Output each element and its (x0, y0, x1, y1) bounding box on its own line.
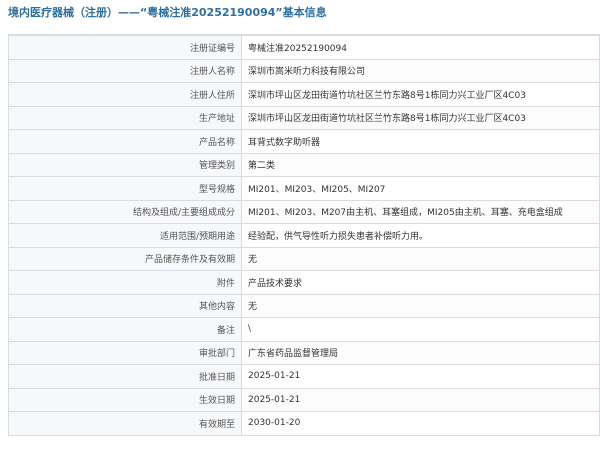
row-value-management-class: 第二类 (241, 152, 600, 177)
row-value-approval-dept: 广东省药品监督管理局 (241, 340, 600, 365)
row-label-structure: 结构及组成/主要组成成分 (8, 199, 242, 224)
table-row: 有效期至 2030-01-20 (8, 411, 600, 436)
info-table-container: 注册证编号 粤械注准20252190094 注册人名称 深圳市嵩米听力科技有限公… (8, 34, 600, 450)
row-value-attachment: 产品技术要求 (241, 270, 600, 295)
row-value-structure: MI201、MI203、M207由主机、耳塞组成，MI205由主机、耳塞、充电盒… (241, 199, 600, 224)
table-row: 产品储存条件及有效期 无 (8, 246, 600, 271)
table-row: 生效日期 2025-01-21 (8, 387, 600, 412)
table-row: 注册人住所 深圳市坪山区龙田街道竹坑社区兰竹东路8号1栋同力兴工业厂区4C03 (8, 82, 600, 107)
table-row: 批准日期 2025-01-21 (8, 364, 600, 389)
table-row: 审批部门 广东省药品监督管理局 (8, 340, 600, 365)
row-label-effective-date: 生效日期 (8, 387, 242, 412)
row-label-registration-number: 注册证编号 (8, 35, 242, 60)
row-value-remarks: \ (241, 317, 600, 342)
table-row: 结构及组成/主要组成成分 MI201、MI203、M207由主机、耳塞组成，MI… (8, 199, 600, 224)
row-label-approval-dept: 审批部门 (8, 340, 242, 365)
row-label-other: 其他内容 (8, 293, 242, 318)
row-value-product-name: 耳背式数字助听器 (241, 129, 600, 154)
row-label-registrant-address: 注册人住所 (8, 82, 242, 107)
row-value-intended-use: 经验配，供气导性听力损失患者补偿听力用。 (241, 223, 600, 248)
row-value-valid-until: 2030-01-20 (241, 411, 600, 436)
row-label-management-class: 管理类别 (8, 152, 242, 177)
table-row: 备注 \ (8, 317, 600, 342)
row-label-model-spec: 型号规格 (8, 176, 242, 201)
row-label-production-address: 生产地址 (8, 105, 242, 130)
table-row: 生产地址 深圳市坪山区龙田街道竹坑社区兰竹东路8号1栋同力兴工业厂区4C03 (8, 105, 600, 130)
row-value-model-spec: MI201、MI203、MI205、MI207 (241, 176, 600, 201)
row-value-registrant-address: 深圳市坪山区龙田街道竹坑社区兰竹东路8号1栋同力兴工业厂区4C03 (241, 82, 600, 107)
row-value-storage: 无 (241, 246, 600, 271)
row-label-storage: 产品储存条件及有效期 (8, 246, 242, 271)
row-value-effective-date: 2025-01-21 (241, 387, 600, 412)
row-value-registration-number: 粤械注准20252190094 (241, 35, 600, 60)
row-label-attachment: 附件 (8, 270, 242, 295)
page-title: 境内医疗器械（注册）——“粤械注准20252190094”基本信息 (0, 0, 600, 28)
row-label-intended-use: 适用范围/预期用途 (8, 223, 242, 248)
table-row: 管理类别 第二类 (8, 152, 600, 177)
row-label-registrant-name: 注册人名称 (8, 58, 242, 83)
row-label-approval-date: 批准日期 (8, 364, 242, 389)
row-value-production-address: 深圳市坪山区龙田街道竹坑社区兰竹东路8号1栋同力兴工业厂区4C03 (241, 105, 600, 130)
table-row: 附件 产品技术要求 (8, 270, 600, 295)
table-row: 适用范围/预期用途 经验配，供气导性听力损失患者补偿听力用。 (8, 223, 600, 248)
table-row: 其他内容 无 (8, 293, 600, 318)
row-label-product-name: 产品名称 (8, 129, 242, 154)
row-label-valid-until: 有效期至 (8, 411, 242, 436)
table-row: 注册人名称 深圳市嵩米听力科技有限公司 (8, 58, 600, 83)
table-row: 注册证编号 粤械注准20252190094 (8, 35, 600, 60)
row-value-registrant-name: 深圳市嵩米听力科技有限公司 (241, 58, 600, 83)
table-row: 产品名称 耳背式数字助听器 (8, 129, 600, 154)
table-row: 型号规格 MI201、MI203、MI205、MI207 (8, 176, 600, 201)
info-table: 注册证编号 粤械注准20252190094 注册人名称 深圳市嵩米听力科技有限公… (8, 35, 600, 436)
row-label-remarks: 备注 (8, 317, 242, 342)
row-value-other: 无 (241, 293, 600, 318)
row-value-approval-date: 2025-01-21 (241, 364, 600, 389)
